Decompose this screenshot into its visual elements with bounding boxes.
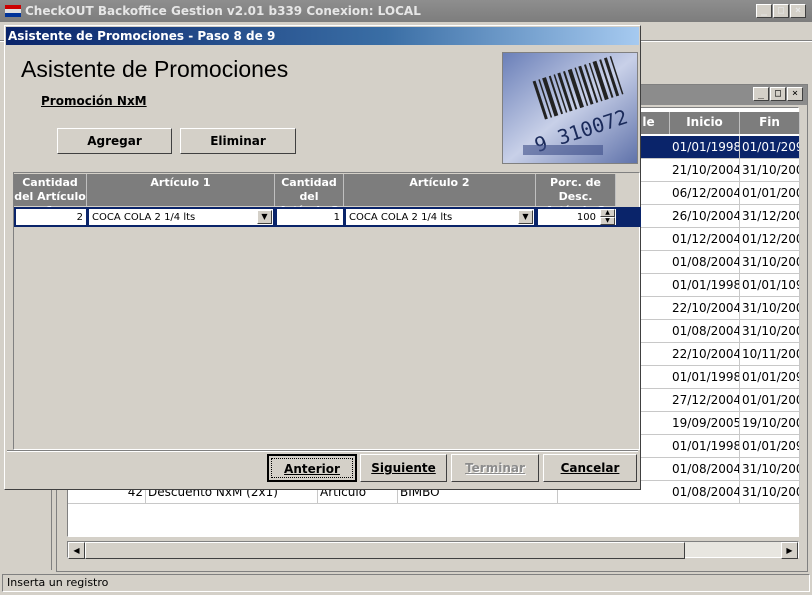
cell-fin[interactable]: 31/10/200: [740, 320, 800, 343]
cell-inicio[interactable]: 01/08/2004: [670, 320, 740, 343]
cell-fin[interactable]: 31/10/200: [740, 458, 800, 481]
col-header-inicio[interactable]: Inicio: [670, 112, 740, 134]
col-header-articulo-1[interactable]: Artículo 1: [87, 174, 275, 206]
cell-fin[interactable]: 01/01/200: [740, 389, 800, 412]
dialog-separator: [7, 450, 638, 452]
terminar-button[interactable]: Terminar: [451, 454, 539, 482]
siguiente-button[interactable]: Siguiente: [360, 454, 447, 482]
agregar-button[interactable]: Agregar: [57, 128, 172, 154]
col-header-porc-desc[interactable]: Porc. de Desc. Artículo 2: [536, 174, 616, 217]
horizontal-scrollbar[interactable]: ◀ ▶: [67, 541, 799, 559]
dialog-titlebar[interactable]: Asistente de Promociones - Paso 8 de 9: [6, 27, 639, 45]
table-row[interactable]: 2 COCA COLA 2 1/4 lts ▼ 1 COCA COLA 2 1/…: [14, 207, 641, 227]
wizard-heading: Asistente de Promociones: [21, 56, 289, 82]
cell-fin[interactable]: 10/11/200: [740, 343, 800, 366]
col-header-articulo-2[interactable]: Artículo 2: [344, 174, 536, 206]
cantidad-1-cell[interactable]: 2: [15, 208, 87, 226]
col-header-cantidad-2[interactable]: Cantidad del Artículo 2: [275, 174, 344, 217]
porc-desc-stepper[interactable]: 100 ▲ ▼: [537, 208, 617, 226]
status-bar: Inserta un registro: [2, 574, 810, 592]
cell-fin[interactable]: 19/10/200: [740, 412, 800, 435]
child-maximize-button[interactable]: □: [770, 87, 786, 101]
articulo-2-select[interactable]: COCA COLA 2 1/4 lts ▼: [345, 208, 535, 226]
cancelar-button[interactable]: Cancelar: [543, 454, 637, 482]
wizard-subheading: Promoción NxM: [41, 94, 147, 108]
col-header-fin[interactable]: Fin: [740, 112, 800, 134]
cell-inicio[interactable]: 01/01/1998: [670, 366, 740, 389]
cell-fin[interactable]: 31/12/200: [740, 205, 800, 228]
scroll-thumb[interactable]: [85, 542, 685, 559]
cell-inicio[interactable]: 22/10/2004: [670, 343, 740, 366]
articulo-2-value: COCA COLA 2 1/4 lts: [349, 212, 453, 223]
child-close-button[interactable]: ×: [787, 87, 803, 101]
cantidad-2-cell[interactable]: 1: [276, 208, 344, 226]
close-button[interactable]: ×: [790, 4, 806, 18]
barcode-banner-image: 9 310072: [502, 52, 638, 164]
col-header-cantidad-1[interactable]: Cantidad del Artículo 1: [14, 174, 87, 217]
anterior-button[interactable]: Anterior: [267, 454, 357, 482]
cell-inicio[interactable]: 01/01/1998: [670, 435, 740, 458]
cell-fin[interactable]: 31/10/200: [740, 481, 800, 504]
cell-inicio[interactable]: 21/10/2004: [670, 159, 740, 182]
minimize-button[interactable]: _: [756, 4, 772, 18]
promotions-wizard-dialog: Asistente de Promociones - Paso 8 de 9 A…: [4, 25, 641, 490]
cell-fin[interactable]: 01/01/200: [740, 182, 800, 205]
cell-inicio[interactable]: 01/08/2004: [670, 458, 740, 481]
cell-fin[interactable]: 31/10/200: [740, 297, 800, 320]
scroll-right-icon[interactable]: ▶: [781, 542, 798, 559]
main-caption-buttons: _ □ ×: [756, 4, 806, 18]
cell-fin[interactable]: 31/10/200: [740, 251, 800, 274]
child-caption-buttons: _ □ ×: [753, 87, 803, 101]
cell-fin[interactable]: 01/12/200: [740, 228, 800, 251]
maximize-button[interactable]: □: [773, 4, 789, 18]
eliminar-button[interactable]: Eliminar: [180, 128, 296, 154]
main-titlebar[interactable]: CheckOUT Backoffice Gestion v2.01 b339 C…: [0, 0, 812, 22]
porc-desc-value: 100: [576, 212, 596, 223]
app-title: CheckOUT Backoffice Gestion v2.01 b339 C…: [25, 4, 421, 18]
cell-inicio[interactable]: 01/01/1998: [670, 274, 740, 297]
cell-inicio[interactable]: 26/10/2004: [670, 205, 740, 228]
chevron-down-icon[interactable]: ▼: [518, 210, 533, 224]
cell-inicio[interactable]: 27/12/2004: [670, 389, 740, 412]
child-minimize-button[interactable]: _: [753, 87, 769, 101]
cell-inicio[interactable]: 19/09/2005: [670, 412, 740, 435]
cell-inicio[interactable]: 01/08/2004: [670, 251, 740, 274]
cell-fin[interactable]: 01/01/209: [740, 136, 800, 159]
app-icon: [5, 5, 21, 17]
cell-fin[interactable]: 01/01/109: [740, 274, 800, 297]
cell-inicio[interactable]: 22/10/2004: [670, 297, 740, 320]
cell-inicio[interactable]: 01/08/2004: [670, 481, 740, 504]
cell-fin[interactable]: 31/10/200: [740, 159, 800, 182]
promotion-items-grid[interactable]: Cantidad del Artículo 1 Artículo 1 Canti…: [13, 172, 641, 450]
chevron-down-icon[interactable]: ▼: [257, 210, 272, 224]
cell-fin[interactable]: 01/01/209: [740, 435, 800, 458]
barcode-icon: 9 310072: [503, 53, 637, 163]
cell-fin[interactable]: 01/01/209: [740, 366, 800, 389]
articulo-1-select[interactable]: COCA COLA 2 1/4 lts ▼: [88, 208, 274, 226]
cell-inicio[interactable]: 01/01/1998: [670, 136, 740, 159]
cell-inicio[interactable]: 06/12/2004: [670, 182, 740, 205]
spin-down-icon[interactable]: ▼: [600, 217, 615, 225]
cell-inicio[interactable]: 01/12/2004: [670, 228, 740, 251]
scroll-left-icon[interactable]: ◀: [68, 542, 85, 559]
articulo-1-value: COCA COLA 2 1/4 lts: [92, 212, 196, 223]
spin-up-icon[interactable]: ▲: [600, 209, 615, 217]
